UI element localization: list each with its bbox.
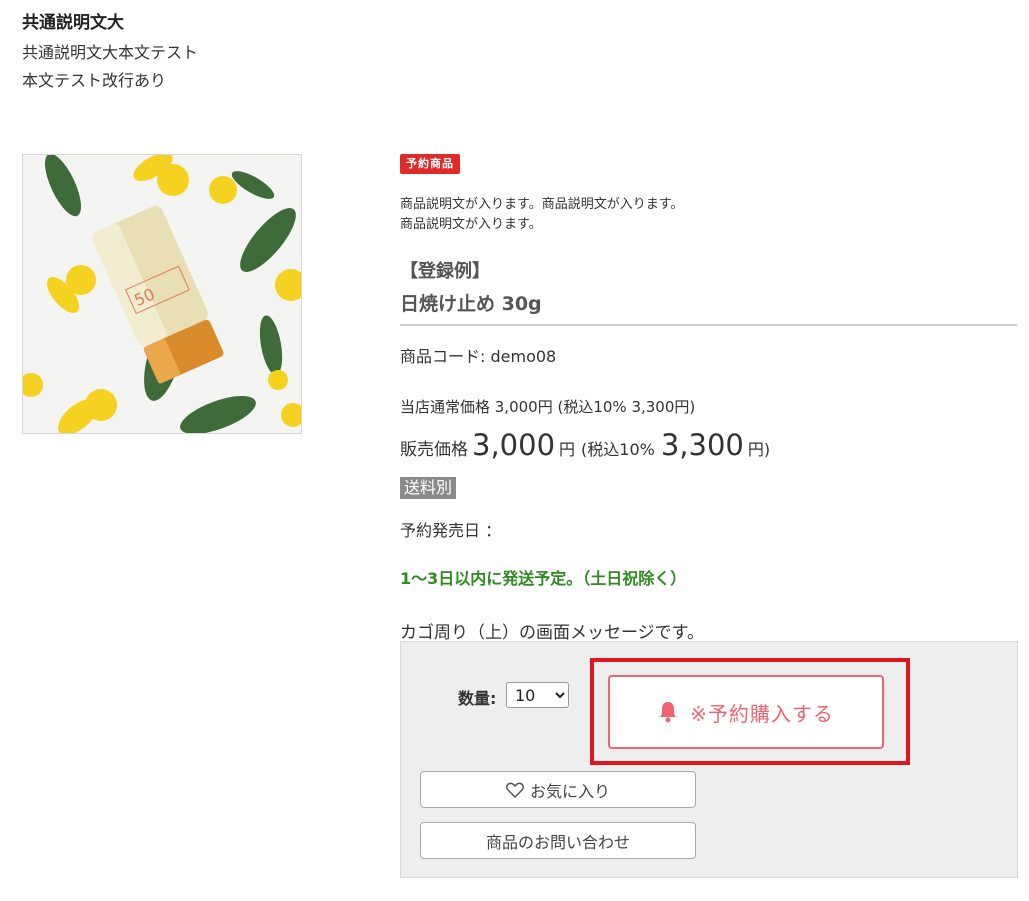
tax-included-price: 3,300 [660,428,744,462]
reservation-badge: 予約商品 [400,154,460,174]
tax-included-yen: 円) [747,440,771,459]
divider [400,324,1017,326]
regular-price: 当店通常価格 3,000円 (税込10% 3,300円) [400,398,696,416]
reserve-purchase-button[interactable]: ※予約購入する [608,675,884,749]
cart-message: カゴ周り（上）の画面メッセージです。 [400,623,704,643]
reserve-purchase-label: ※予約購入する [690,701,834,726]
bell-icon [660,702,677,723]
product-image[interactable]: 50 [22,154,302,434]
common-description-title: 共通説明文大 [22,13,124,33]
sale-price-yen: 円 [559,440,576,459]
release-date: 予約発売日 ： [400,521,502,540]
product-code-label: 商品コード: [400,347,486,366]
common-description-body-line-2: 本文テスト改行あり [22,71,167,90]
sale-price-row: 販売価格 3,000 円 (税込10% 3,300 円) [400,428,770,462]
favorite-label: お気に入り [529,781,610,801]
quantity-label: 数量: [458,689,497,708]
common-description-body-line-1: 共通説明文大本文テスト [22,43,199,62]
product-name: 日焼け止め 30g [400,293,542,315]
heart-icon [506,782,524,798]
shipping-badge: 送料別 [400,477,457,499]
product-description-line-2: 商品説明文が入ります。 [400,217,542,232]
shipping-schedule-note: 1〜3日以内に発送予定。（土日祝除く） [400,569,687,588]
sale-price-value: 3,000 [472,428,556,462]
quantity-select[interactable]: 10 [506,682,569,708]
product-inquiry-button[interactable]: 商品のお問い合わせ [420,822,696,859]
product-inquiry-label: 商品のお問い合わせ [485,832,630,852]
product-code: 商品コード: demo08 [400,343,556,367]
product-description-line-1: 商品説明文が入ります。商品説明文が入ります。 [400,197,684,212]
register-example-label: 【登録例】 [400,261,490,282]
product-code-value: demo08 [490,347,557,366]
tax-included-label: (税込10% [581,440,655,459]
sale-price-label: 販売価格 [400,440,468,460]
favorite-button[interactable]: お気に入り [420,771,696,808]
